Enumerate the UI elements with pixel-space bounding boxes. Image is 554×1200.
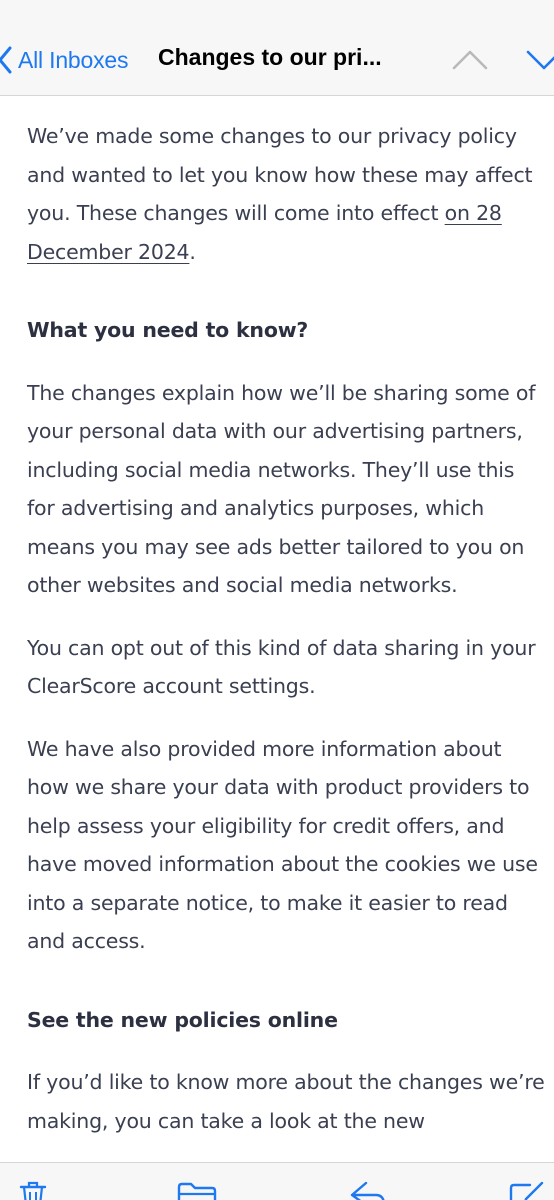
bottom-toolbar [0, 1162, 554, 1200]
chevron-down-icon [524, 50, 554, 78]
section-heading-new-policies: See the new policies online [27, 1007, 338, 1032]
back-button[interactable]: All Inboxes [0, 38, 129, 82]
paragraph-more-info: We have also provided more information a… [27, 736, 538, 954]
navigation-bar: All Inboxes Changes to our pri... [0, 0, 554, 96]
next-message-button[interactable] [524, 44, 554, 74]
previous-message-button[interactable] [450, 44, 490, 74]
section-heading-what-to-know: What you need to know? [27, 318, 309, 342]
message-subject-title: Changes to our pri... [158, 44, 382, 70]
chevron-up-icon [450, 50, 490, 78]
intro-paragraph: We’ve made some changes to our privacy p… [27, 117, 547, 271]
paragraph-opt-out: You can opt out of this kind of data sha… [27, 635, 536, 699]
paragraph-data-sharing: The changes explain how we’ll be sharing… [27, 380, 536, 598]
chevron-left-icon [0, 46, 12, 74]
compose-icon[interactable] [508, 1181, 548, 1200]
paragraph-learn-more: If you’d like to know more about the cha… [27, 1070, 545, 1133]
trash-icon[interactable] [18, 1181, 48, 1200]
back-label: All Inboxes [18, 46, 129, 73]
folder-icon[interactable] [176, 1181, 218, 1200]
reply-icon[interactable] [346, 1181, 386, 1200]
mail-message-screen: All Inboxes Changes to our pri... We’ve … [0, 0, 554, 1200]
email-body: We’ve made some changes to our privacy p… [27, 117, 547, 1140]
intro-end: . [189, 239, 196, 264]
